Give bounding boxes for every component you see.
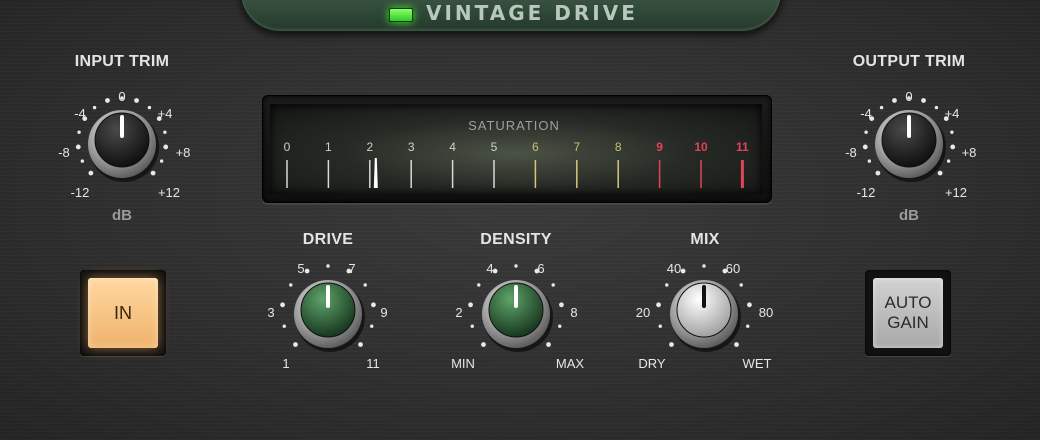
knob-scale-label: 11: [366, 356, 380, 371]
in-button-label: IN: [114, 302, 132, 323]
knob-scale-dot: [481, 342, 486, 347]
knob-scale-label: -12: [70, 185, 90, 200]
meter-scale-label: 4: [449, 140, 456, 154]
knob-scale-dot: [358, 342, 363, 347]
knob-scale-label: -8: [58, 145, 70, 160]
knob-scale-dot: [734, 342, 739, 347]
knob-scale-label: 2: [455, 305, 463, 320]
input-trim-unit: dB: [112, 207, 132, 224]
auto-gain-button[interactable]: AUTO GAIN: [873, 278, 943, 348]
knob-scale-dot: [558, 324, 562, 328]
knob-scale-dot: [702, 264, 706, 268]
knob-scale-dot: [163, 130, 167, 134]
knob-scale-label: 20: [635, 305, 651, 320]
knob-scale-label: MIN: [451, 356, 475, 371]
knob-scale-dot: [937, 170, 943, 176]
knob-scale-label: +12: [157, 185, 181, 200]
mix-label: MIX: [690, 231, 720, 248]
knob-scale-label: MAX: [555, 356, 585, 371]
knob-scale-dot: [546, 342, 551, 347]
auto-gain-label-line2: GAIN: [887, 313, 929, 332]
knob-scale-label: -8: [845, 145, 857, 160]
knob-scale-label: -12: [856, 185, 876, 200]
knob-scale-dot: [669, 342, 674, 347]
knob-scale-dot: [950, 130, 954, 134]
knob-scale-dot: [363, 283, 367, 287]
power-led-icon: [389, 8, 413, 22]
knob-scale-label: 0: [905, 89, 913, 104]
knob-scale-label: -4: [860, 106, 872, 121]
knob-scale-dot: [293, 342, 298, 347]
knob-scale-label: 4: [486, 261, 494, 276]
in-button[interactable]: IN: [88, 278, 158, 348]
knob-scale-label: +8: [961, 145, 977, 160]
knob-scale-dot: [477, 283, 481, 287]
knob-scale-label: 60: [725, 261, 741, 276]
knob-scale-label: +8: [175, 145, 191, 160]
plugin-title: VINTAGE DRIVE: [426, 1, 638, 25]
drive-label: DRIVE: [302, 231, 354, 248]
knob-scale-label: 80: [758, 305, 774, 320]
input-trim-label: INPUT TRIM: [74, 53, 170, 70]
meter-scale-label: 2: [366, 140, 374, 154]
meter-scale-label: 5: [490, 140, 498, 154]
knob-scale-dot: [289, 283, 293, 287]
knob-scale-dot: [77, 130, 81, 134]
knob-scale-dot: [150, 170, 156, 176]
output-trim-label: OUTPUT TRIM: [852, 53, 966, 70]
plugin-panel: VINTAGE DRIVE INPUT TRIM dB -12 -8 -4 0 +4 +8…: [0, 0, 1040, 440]
knob-scale-dot: [282, 324, 286, 328]
knob-scale-dot: [370, 324, 374, 328]
mix-knob[interactable]: [0, 0, 752, 352]
knob-scale-dot: [665, 283, 669, 287]
knob-scale-label: 1: [282, 356, 290, 371]
knob-scale-label: 6: [537, 261, 545, 276]
meter-scale-label: 3: [407, 140, 415, 154]
knob-scale-label: 3: [267, 305, 275, 320]
knob-scale-label: 5: [297, 261, 305, 276]
knob-scale-label: 40: [666, 261, 682, 276]
output-trim-unit: dB: [899, 207, 919, 224]
meter-scale-label: 1: [325, 140, 332, 154]
density-label: DENSITY: [480, 231, 552, 248]
knob-scale-label: 9: [380, 305, 388, 320]
auto-gain-label-line1: AUTO: [884, 293, 932, 312]
meter-scale-label: 6: [532, 140, 539, 154]
meter-scale-label: 9: [656, 140, 663, 154]
saturation-meter-label: SATURATION: [468, 118, 560, 133]
knob-scale-dot: [658, 324, 662, 328]
knob-scale-dot: [514, 264, 518, 268]
knob-scale-label: +4: [944, 106, 960, 121]
meter-scale-label: 8: [614, 140, 622, 154]
meter-scale-label: 10: [694, 140, 708, 154]
knob-scale-dot: [551, 283, 555, 287]
knob-scale-label: 8: [570, 305, 578, 320]
knob-scale-dot: [739, 283, 743, 287]
knob-scale-label: +4: [157, 106, 173, 121]
knob-scale-label: DRY: [638, 356, 666, 371]
knob-scale-dot: [470, 324, 474, 328]
knob-scale-dot: [88, 170, 94, 176]
knob-scale-label: WET: [742, 356, 772, 371]
meter-scale-label: 11: [736, 140, 749, 154]
knob-scale-dot: [875, 170, 881, 176]
meter-scale-label: 7: [573, 140, 581, 154]
knob-scale-dot: [864, 130, 868, 134]
knob-scale-label: -4: [74, 106, 86, 121]
meter-scale-label: 0: [283, 140, 291, 154]
knob-scale-dot: [746, 324, 750, 328]
knob-scale-label: 7: [348, 261, 356, 276]
knob-scale-label: +12: [944, 185, 968, 200]
knob-scale-label: 0: [118, 89, 126, 104]
